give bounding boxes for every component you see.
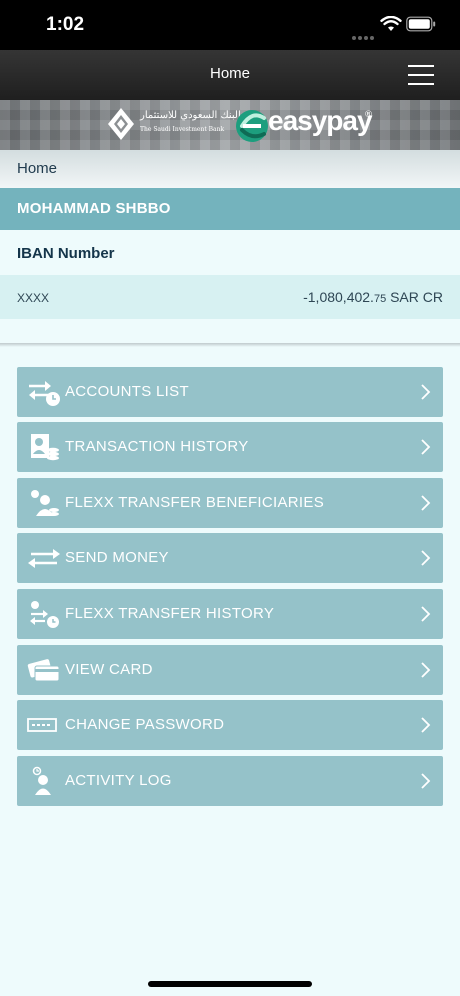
chevron-right-icon: [421, 495, 431, 511]
menu-item-label: VIEW CARD: [65, 661, 153, 678]
menu-icon-line: [408, 74, 434, 76]
brand-banner: البنك السعودي للاستثمار The Saudi Invest…: [0, 100, 460, 150]
beneficiaries-icon: [31, 490, 59, 516]
account-balance: -1,080,402.75 SAR CR: [303, 289, 443, 305]
accounts-transfer-icon: [29, 381, 60, 406]
activity-log-icon: [32, 766, 51, 795]
customer-name-bar: MOHAMMAD SHBBO: [0, 188, 460, 230]
card-icon: [27, 659, 60, 682]
nav-bar: Home: [0, 50, 460, 100]
wifi-icon: [380, 16, 402, 31]
menu-item-transaction-history[interactable]: TRANSACTION HISTORY: [17, 422, 443, 472]
easypay-brand-text: easypay: [268, 105, 373, 136]
chevron-right-icon: [421, 384, 431, 400]
account-number: XXXX: [17, 291, 50, 305]
menu-item-label: TRANSACTION HISTORY: [65, 438, 249, 455]
menu-item-label: FLEXX TRANSFER BENEFICIARIES: [65, 494, 325, 511]
bank-name-arabic: البنك السعودي للاستثمار: [140, 110, 241, 121]
status-time: 1:02: [46, 14, 85, 35]
menu-item-change-password[interactable]: CHANGE PASSWORD: [17, 700, 443, 750]
transaction-history-icon: [31, 434, 59, 461]
chevron-right-icon: [421, 439, 431, 455]
bank-name-english: The Saudi Investment Bank: [140, 126, 225, 133]
breadcrumb-current: Home: [17, 160, 58, 177]
account-row[interactable]: XXXX -1,080,402.75 SAR CR: [0, 275, 460, 319]
menu-item-send-money[interactable]: SEND MONEY: [17, 533, 443, 583]
balance-main: -1,080,402.: [303, 289, 374, 305]
password-icon: [27, 718, 57, 732]
status-bar: 1:02: [0, 0, 460, 50]
customer-name: MOHAMMAD SHBBO: [17, 200, 171, 217]
menu-item-accounts-list[interactable]: ACCOUNTS LIST: [17, 367, 443, 417]
chevron-right-icon: [421, 773, 431, 789]
saudi-investment-bank-logo-icon: [108, 108, 134, 140]
menu-item-label: SEND MONEY: [65, 549, 169, 566]
registered-mark: ®: [364, 110, 373, 120]
menu-item-activity-log[interactable]: ACTIVITY LOG: [17, 756, 443, 806]
chevron-right-icon: [421, 606, 431, 622]
page-title: Home: [209, 65, 250, 82]
section-divider: [0, 343, 460, 347]
chevron-right-icon: [421, 550, 431, 566]
transfer-history-icon: [30, 601, 59, 628]
menu-item-flexx-transfer-beneficiaries[interactable]: FLEXX TRANSFER BENEFICIARIES: [17, 478, 443, 528]
easypay-logo-icon: [236, 110, 268, 142]
send-money-icon: [28, 549, 60, 568]
menu-item-label: FLEXX TRANSFER HISTORY: [65, 605, 275, 622]
breadcrumb: Home: [0, 150, 460, 188]
menu-icon-line: [408, 65, 434, 67]
menu-item-label: ACTIVITY LOG: [65, 772, 172, 789]
menu-icon-line: [408, 83, 434, 85]
menu-item-label: ACCOUNTS LIST: [65, 383, 189, 400]
menu-item-flexx-transfer-history[interactable]: FLEXX TRANSFER HISTORY: [17, 589, 443, 639]
menu-item-label: CHANGE PASSWORD: [65, 716, 225, 733]
balance-currency: SAR CR: [386, 289, 443, 305]
home-indicator[interactable]: [148, 981, 312, 987]
hamburger-menu-button[interactable]: [408, 64, 434, 86]
cellular-signal-icon: [352, 25, 376, 44]
chevron-right-icon: [421, 662, 431, 678]
balance-decimal: 75: [373, 293, 387, 305]
menu-item-view-card[interactable]: VIEW CARD: [17, 645, 443, 695]
iban-label: IBAN Number: [17, 245, 115, 262]
battery-icon: [406, 16, 436, 32]
chevron-right-icon: [421, 717, 431, 733]
